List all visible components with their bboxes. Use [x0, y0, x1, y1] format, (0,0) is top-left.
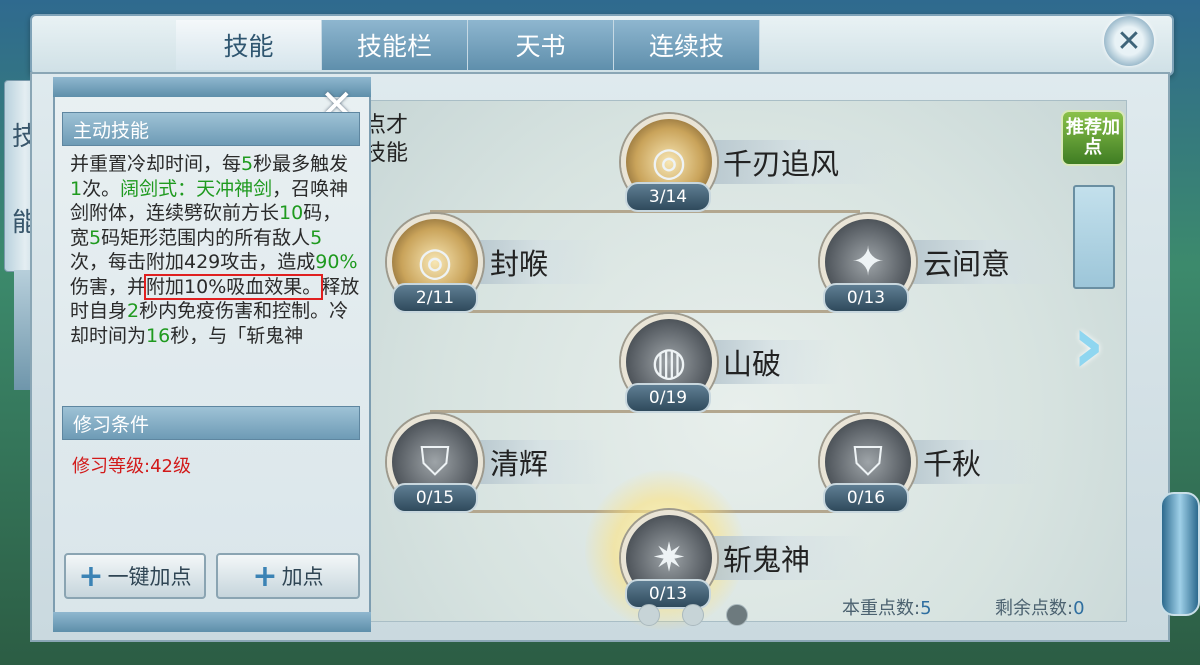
- spent-points: 本重点数:5: [842, 594, 932, 620]
- description-run: 阔剑式：天冲神剑: [120, 177, 273, 200]
- description-run: 10: [279, 202, 304, 224]
- description-run: 码矩形范围内的所有敌人: [101, 226, 311, 249]
- level-requirement: 修习等级:42级: [72, 456, 191, 477]
- spent-value: 5: [920, 598, 932, 619]
- description-run: 秒最多触发: [253, 153, 349, 175]
- page-dot[interactable]: [638, 604, 660, 626]
- tab-heaven-book[interactable]: 天书: [468, 20, 614, 70]
- add-point-label: 加点: [281, 565, 324, 589]
- skill-count: 0/19: [625, 383, 711, 413]
- skill-glyph: ◎: [651, 139, 687, 185]
- skill-count: 2/11: [392, 283, 478, 313]
- scrollbar[interactable]: [1073, 185, 1115, 289]
- remaining-label: 剩余点数:: [995, 598, 1074, 619]
- skill-count: 3/14: [625, 182, 711, 212]
- skill-name: 千秋: [905, 440, 1042, 484]
- description-run: 5: [310, 226, 323, 249]
- page-dot[interactable]: [682, 604, 704, 626]
- description-run: 5: [241, 153, 254, 175]
- tab-combo[interactable]: 连续技: [614, 20, 760, 70]
- tree-line: [430, 310, 860, 313]
- close-icon: ✕: [1116, 23, 1142, 59]
- plus-icon: +: [78, 558, 104, 594]
- skill-glyph: ⛉: [420, 439, 450, 485]
- skill-name: 千刃追风: [705, 140, 900, 184]
- next-page-arrow-icon[interactable]: ›: [1072, 305, 1105, 385]
- skill-description: 并重置冷却时间，每5秒最多触发1次。阔剑式：天冲神剑，召唤神剑附体，连续劈砍前方…: [70, 152, 360, 344]
- description-run: 90%: [315, 251, 358, 273]
- game-window: 技能 技能栏 天书 连续技 ✕ 技 能 点才 技能 千刃追风 ◎ 3/14 封喉…: [0, 0, 1200, 665]
- description-run: 附加10%吸血效果。: [144, 273, 324, 300]
- one-click-add-label: 一键加点: [107, 565, 192, 589]
- description-run: 次。: [82, 177, 121, 200]
- skill-glyph: ✷: [652, 535, 686, 581]
- section-header-requirements: 修习条件: [62, 406, 360, 440]
- close-button[interactable]: ✕: [1104, 16, 1154, 66]
- skill-glyph: ⛉: [853, 439, 883, 485]
- skill-count: 0/13: [823, 283, 909, 313]
- plus-icon: +: [252, 558, 278, 594]
- page-dot-active[interactable]: [726, 604, 748, 626]
- skill-glyph: ◍: [651, 339, 687, 385]
- description-run: 并重置冷却时间，每: [70, 153, 242, 175]
- description-run: 伤害，并: [70, 275, 147, 298]
- description-run: 2: [127, 300, 140, 322]
- spent-label: 本重点数:: [842, 598, 921, 619]
- remaining-points: 剩余点数:0: [995, 594, 1085, 620]
- skill-name: 封喉: [472, 240, 609, 284]
- tab-skill-bar[interactable]: 技能栏: [322, 20, 468, 70]
- section-header-active-skill: 主动技能: [62, 112, 360, 146]
- skill-name: 斩鬼神: [705, 536, 871, 580]
- skill-glyph: ◎: [417, 239, 453, 285]
- description-run: 5: [89, 226, 102, 249]
- recommend-label: 推荐加点: [1066, 117, 1120, 158]
- skill-count: 0/16: [823, 483, 909, 513]
- description-run: 1: [70, 177, 83, 200]
- lantern-decoration: [1160, 492, 1200, 616]
- skill-count: 0/15: [392, 483, 478, 513]
- recommend-points-button[interactable]: 推荐加点: [1061, 110, 1125, 166]
- skill-glyph: ✦: [851, 239, 885, 285]
- one-click-add-button[interactable]: + 一键加点: [64, 553, 206, 599]
- remaining-value: 0: [1073, 598, 1085, 619]
- description-run: 秒，与「斩鬼神: [170, 324, 304, 345]
- description-run: 16: [146, 324, 171, 345]
- skill-name: 山破: [705, 340, 842, 384]
- panel-bottom-bar: [53, 612, 371, 632]
- add-point-button[interactable]: + 加点: [216, 553, 360, 599]
- skill-name: 云间意: [905, 240, 1071, 284]
- description-run: 次，每击附加429攻击，造成: [70, 251, 316, 273]
- skill-name: 清辉: [472, 440, 609, 484]
- tab-skills[interactable]: 技能: [176, 20, 322, 70]
